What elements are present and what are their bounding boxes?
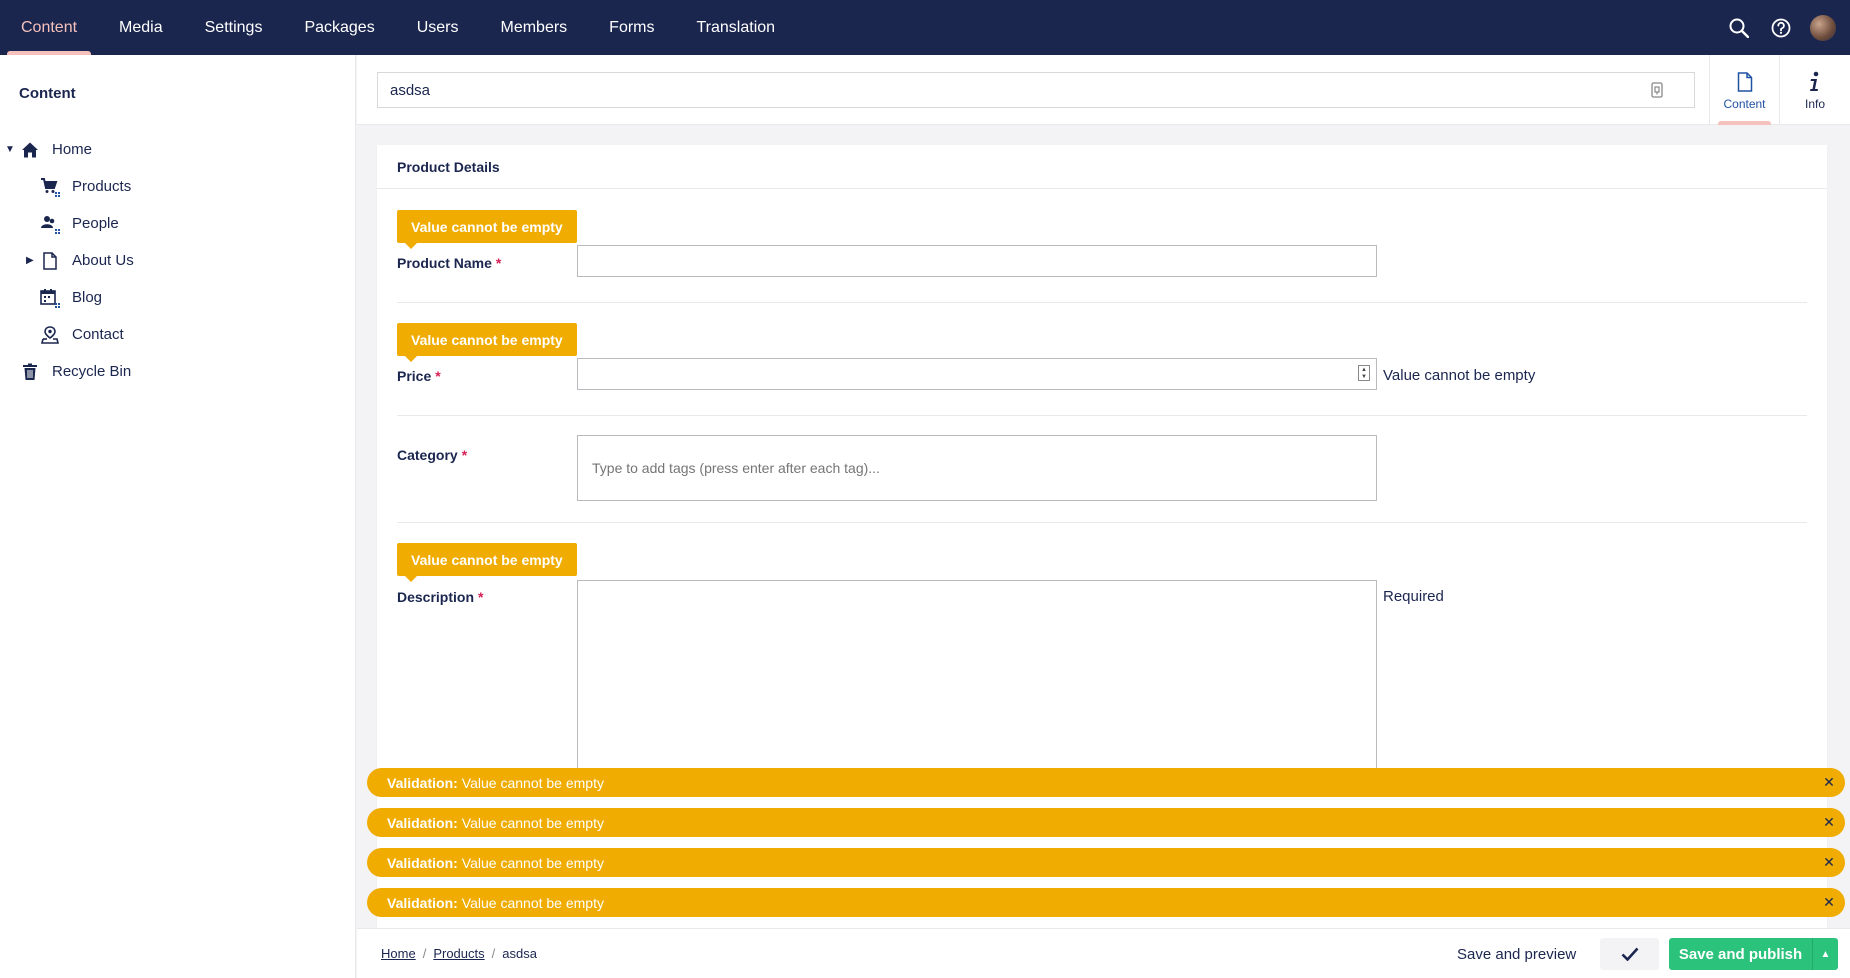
- section-nav: Content Media Settings Packages Users Me…: [0, 0, 796, 55]
- validation-notification: Validation: Value cannot be empty ✕: [367, 808, 1845, 837]
- validation-notification: Validation: Value cannot be empty ✕: [367, 848, 1845, 877]
- editor-header: Content Info: [357, 55, 1850, 125]
- editor-footer: Home / Products / asdsa Save and preview…: [357, 928, 1850, 978]
- property-category: Category *: [397, 435, 1807, 515]
- sidebar-title: Content: [19, 85, 76, 102]
- property-description: Value cannot be empty Description * Requi…: [397, 543, 1807, 803]
- property-label: Product Name *: [397, 255, 502, 271]
- divider: [397, 522, 1807, 523]
- group-title: Product Details: [377, 145, 1827, 189]
- chevron-up-icon[interactable]: ▲: [1812, 938, 1838, 970]
- number-stepper-icon[interactable]: ▲ ▼: [1358, 365, 1370, 381]
- validation-notification: Validation: Value cannot be empty ✕: [367, 768, 1845, 797]
- breadcrumb: Home / Products / asdsa: [381, 946, 537, 961]
- content-tree: ▼ Home Products People ▶ About Us Blog C…: [0, 131, 356, 390]
- property-product-name: Value cannot be empty Product Name *: [397, 210, 1807, 290]
- save-and-publish-button[interactable]: Save and publish: [1669, 938, 1812, 970]
- tree-item-home[interactable]: ▼ Home: [0, 131, 356, 168]
- tree-item-label: People: [72, 215, 119, 232]
- tree-item-label: Home: [52, 141, 93, 158]
- lock-icon[interactable]: [1649, 82, 1665, 98]
- tab-content[interactable]: Content: [1710, 55, 1780, 125]
- trash-icon: [20, 362, 40, 382]
- calendar-icon: [40, 288, 60, 308]
- info-icon: [1809, 69, 1821, 95]
- tree-item-products[interactable]: Products: [0, 168, 356, 205]
- field-error-message: Required: [1383, 588, 1444, 605]
- save-button[interactable]: [1600, 938, 1659, 970]
- shopping-cart-icon: [40, 177, 60, 197]
- close-icon[interactable]: ✕: [1821, 774, 1837, 790]
- breadcrumb-current: asdsa: [502, 946, 537, 961]
- tree-item-recycle-bin[interactable]: Recycle Bin: [0, 353, 356, 390]
- save-and-preview-button[interactable]: Save and preview: [1457, 938, 1576, 970]
- divider: [397, 302, 1807, 303]
- top-navigation-bar: Content Media Settings Packages Users Me…: [0, 0, 1850, 55]
- tab-label: Info: [1804, 97, 1825, 111]
- validation-badge: Value cannot be empty: [397, 323, 577, 362]
- tree-item-label: Recycle Bin: [52, 363, 132, 380]
- nav-settings[interactable]: Settings: [184, 0, 284, 55]
- field-error-message: Value cannot be empty: [1383, 367, 1536, 384]
- divider: [397, 415, 1807, 416]
- caret-down-icon[interactable]: ▼: [5, 144, 15, 155]
- property-label: Price *: [397, 368, 441, 384]
- content-tree-sidebar: Content ▼ Home Products People ▶ About U…: [0, 55, 356, 978]
- help-icon[interactable]: [1760, 0, 1802, 55]
- document-icon: [40, 251, 60, 271]
- nav-translation[interactable]: Translation: [676, 0, 797, 55]
- tree-item-people[interactable]: People: [0, 205, 356, 242]
- description-textarea[interactable]: [577, 580, 1377, 795]
- breadcrumb-products[interactable]: Products: [433, 946, 484, 961]
- close-icon[interactable]: ✕: [1821, 894, 1837, 910]
- nav-forms[interactable]: Forms: [588, 0, 675, 55]
- tree-item-label: Contact: [72, 326, 124, 343]
- tree-item-label: Products: [72, 178, 132, 195]
- caret-right-icon[interactable]: ▶: [26, 255, 34, 266]
- product-name-input[interactable]: [577, 245, 1377, 277]
- content-apps: Content Info: [1709, 55, 1850, 125]
- nav-members[interactable]: Members: [479, 0, 588, 55]
- nav-content[interactable]: Content: [0, 0, 98, 55]
- map-location-icon: [40, 325, 60, 345]
- close-icon[interactable]: ✕: [1821, 814, 1837, 830]
- tree-item-contact[interactable]: Contact: [0, 316, 356, 353]
- people-icon: [40, 214, 60, 234]
- property-price: Value cannot be empty Price * ▲ ▼ Value ca…: [397, 323, 1807, 403]
- validation-notification: Validation: Value cannot be empty ✕: [367, 888, 1845, 917]
- top-right-tools: [1718, 0, 1850, 55]
- node-name-input[interactable]: [377, 72, 1695, 108]
- property-label: Description *: [397, 589, 484, 605]
- nav-users[interactable]: Users: [396, 0, 480, 55]
- close-icon[interactable]: ✕: [1821, 854, 1837, 870]
- validation-badge: Value cannot be empty: [397, 210, 577, 249]
- property-label: Category *: [397, 447, 468, 463]
- search-icon[interactable]: [1718, 0, 1760, 55]
- nav-media[interactable]: Media: [98, 0, 184, 55]
- user-avatar[interactable]: [1810, 14, 1836, 41]
- checkmark-icon: [1621, 947, 1638, 961]
- price-input[interactable]: ▲ ▼: [577, 358, 1377, 390]
- tab-label: Content: [1723, 97, 1766, 111]
- tab-info[interactable]: Info: [1780, 55, 1850, 125]
- breadcrumb-home[interactable]: Home: [381, 946, 416, 961]
- tree-item-blog[interactable]: Blog: [0, 279, 356, 316]
- validation-badge: Value cannot be empty: [397, 543, 577, 582]
- category-tags-input[interactable]: [577, 435, 1377, 501]
- tree-item-label: Blog: [72, 289, 103, 306]
- document-icon: [1737, 69, 1753, 95]
- nav-packages[interactable]: Packages: [283, 0, 395, 55]
- tree-item-label: About Us: [72, 252, 134, 269]
- home-icon: [20, 140, 40, 160]
- tree-item-about-us[interactable]: ▶ About Us: [0, 242, 356, 279]
